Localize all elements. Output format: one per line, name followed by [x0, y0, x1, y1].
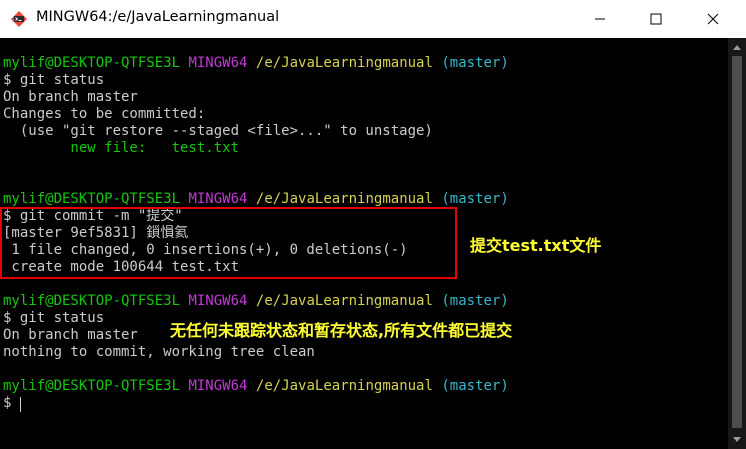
prompt-env: MINGW64	[188, 55, 248, 71]
prompt-env: MINGW64	[188, 191, 248, 207]
staged-file-name: test.txt	[171, 140, 240, 156]
window-title: MINGW64:/e/JavaLearningmanual	[36, 9, 280, 25]
output-line: Changes to be committed:	[3, 106, 206, 122]
command-line: $ git status	[3, 310, 105, 326]
chevron-up-icon	[733, 45, 741, 50]
commit-annotation: 提交test.txt文件	[470, 236, 602, 255]
minimize-button[interactable]	[577, 0, 623, 38]
git-bash-icon	[11, 11, 27, 27]
vertical-scrollbar[interactable]	[728, 38, 746, 449]
prompt-branch: (master)	[441, 191, 509, 207]
output-line: nothing to commit, working tree clean	[3, 344, 315, 360]
command-line: $ git status	[3, 72, 105, 88]
output-line: On branch master	[3, 327, 138, 343]
commit-highlight-box	[0, 207, 457, 279]
prompt-branch: (master)	[441, 55, 509, 71]
prompt-env: MINGW64	[188, 293, 248, 309]
prompt-line: mylif@DESKTOP-QTFSE3L MINGW64 /e/JavaLea…	[3, 55, 509, 72]
prompt-user-host: mylif@DESKTOP-QTFSE3L	[3, 191, 181, 207]
prompt-path: /e/JavaLearningmanual	[255, 378, 433, 394]
terminal-window: MINGW64:/e/JavaLearningmanual mylif@DESK…	[0, 0, 746, 449]
prompt-user-host: mylif@DESKTOP-QTFSE3L	[3, 55, 181, 71]
status-annotation: 无任何未跟踪状态和暂存状态,所有文件都已提交	[170, 321, 513, 340]
prompt-user-host: mylif@DESKTOP-QTFSE3L	[3, 378, 181, 394]
prompt-line: mylif@DESKTOP-QTFSE3L MINGW64 /e/JavaLea…	[3, 191, 509, 208]
chevron-down-icon	[733, 437, 741, 442]
prompt-branch: (master)	[441, 378, 509, 394]
staged-label: new file:	[3, 140, 172, 156]
staged-file-line: new file: test.txt	[3, 140, 239, 157]
maximize-icon	[650, 13, 662, 25]
prompt-path: /e/JavaLearningmanual	[255, 293, 433, 309]
output-line: On branch master	[3, 89, 138, 105]
maximize-button[interactable]	[633, 0, 679, 38]
prompt-user-host: mylif@DESKTOP-QTFSE3L	[3, 293, 181, 309]
scroll-thumb[interactable]	[732, 56, 742, 428]
close-icon	[707, 13, 719, 25]
command-input-line[interactable]: $	[3, 395, 20, 412]
prompt-path: /e/JavaLearningmanual	[255, 55, 433, 71]
output-line: (use "git restore --staged <file>..." to…	[3, 123, 433, 139]
minimize-icon	[595, 18, 605, 20]
prompt-path: /e/JavaLearningmanual	[255, 191, 433, 207]
close-button[interactable]	[690, 0, 736, 38]
prompt-branch: (master)	[441, 293, 509, 309]
scroll-up-button[interactable]	[728, 38, 746, 56]
scroll-down-button[interactable]	[728, 431, 746, 449]
prompt-env: MINGW64	[188, 378, 248, 394]
text-cursor	[20, 397, 21, 412]
prompt-line: mylif@DESKTOP-QTFSE3L MINGW64 /e/JavaLea…	[3, 293, 509, 310]
title-bar[interactable]: MINGW64:/e/JavaLearningmanual	[0, 0, 746, 38]
prompt-line: mylif@DESKTOP-QTFSE3L MINGW64 /e/JavaLea…	[3, 378, 509, 395]
